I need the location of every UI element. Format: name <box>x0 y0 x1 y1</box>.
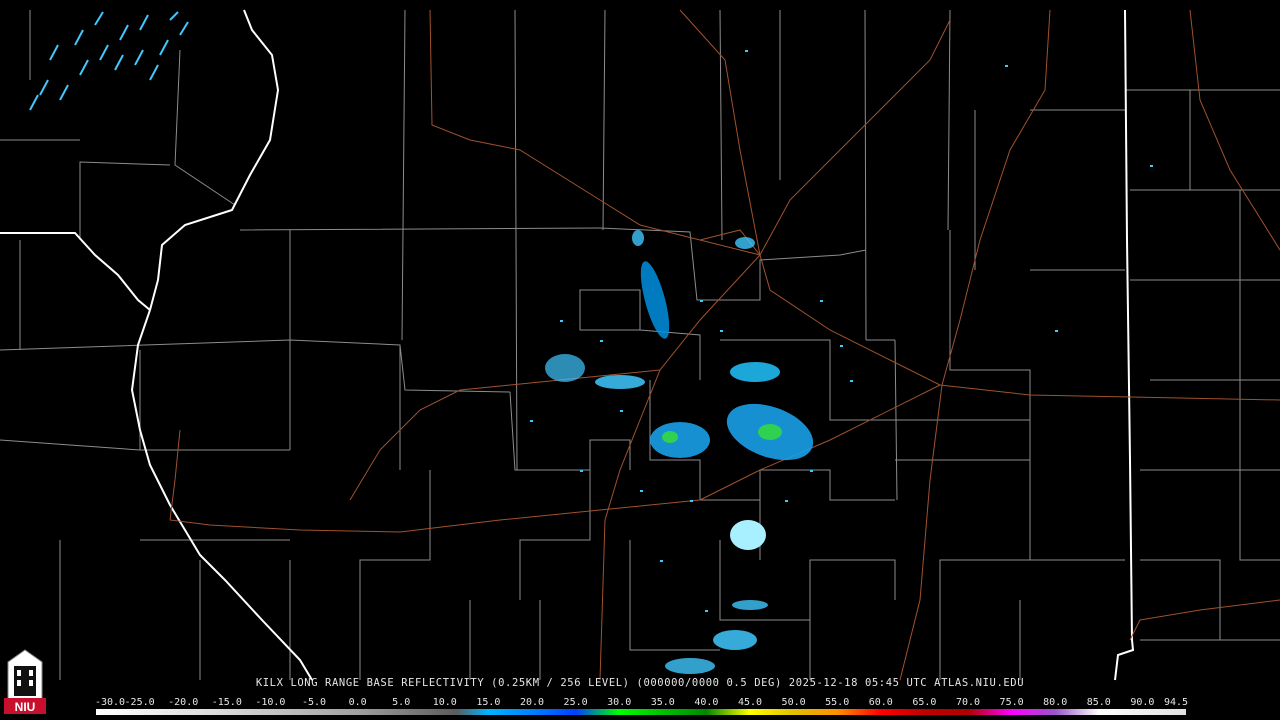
colorbar-label: 55.0 <box>825 697 850 708</box>
colorbar-label: 5.0 <box>392 697 411 708</box>
colorbar-label: 35.0 <box>650 697 675 708</box>
colorbar-label: -25.0 <box>124 697 155 708</box>
colorbar-label: 85.0 <box>1086 697 1111 708</box>
colorbar-label: 75.0 <box>999 697 1024 708</box>
colorbar-label: -30.0 <box>94 697 126 708</box>
colorbar-label: 30.0 <box>607 697 632 708</box>
colorbar-label: 50.0 <box>781 697 806 708</box>
reflectivity-colorbar <box>96 709 1186 715</box>
colorbar-label: -15.0 <box>211 697 242 708</box>
colorbar-labels: -30.0 -25.0 -20.0 -15.0 -10.0 -5.0 0.0 5.0 10.0 1… <box>94 697 1189 709</box>
radar-map <box>0 9 1280 681</box>
county-borders <box>0 9 1280 680</box>
colorbar-label: 80.0 <box>1043 697 1068 708</box>
colorbar-label: -10.0 <box>255 697 286 708</box>
echo-speckle <box>530 50 1153 612</box>
colorbar-label: 15.0 <box>476 697 501 708</box>
colorbar-label: 60.0 <box>868 697 893 708</box>
product-title: KILX LONG RANGE BASE REFLECTIVITY (0.25K… <box>255 677 1025 689</box>
colorbar-label: 94.5 <box>1163 697 1189 708</box>
colorbar-label: 45.0 <box>737 697 763 708</box>
colorbar-label: 10.0 <box>432 697 457 708</box>
colorbar-label: 40.0 <box>694 697 719 708</box>
colorbar-label: -20.0 <box>168 697 199 708</box>
colorbar-label: 65.0 <box>912 697 937 708</box>
colorbar-label: 90.0 <box>1130 697 1155 708</box>
logo-text: NIU <box>15 700 36 714</box>
colorbar-label: 0.0 <box>348 697 367 708</box>
colorbar-label: 20.0 <box>519 697 545 708</box>
state-borders <box>0 9 1135 681</box>
colorbar-label: 70.0 <box>955 697 981 708</box>
colorbar-label: 25.0 <box>563 697 588 708</box>
colorbar-label: -5.0 <box>301 697 327 708</box>
echo-cluster-northwest <box>29 11 189 111</box>
niu-logo: NIU <box>4 649 46 714</box>
